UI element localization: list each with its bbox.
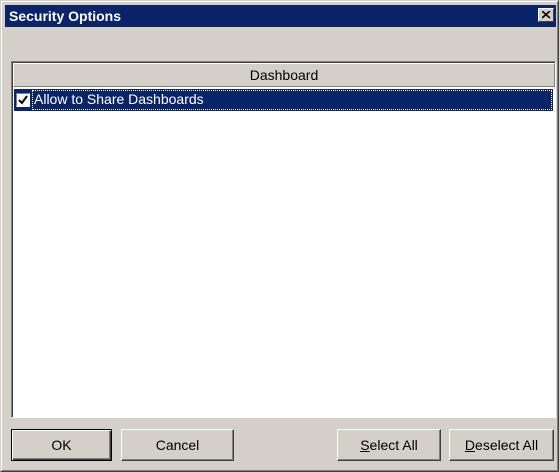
deselect-all-button[interactable]: Deselect All <box>449 429 554 461</box>
security-options-dialog: Security Options Dashboard Allow to Shar… <box>0 0 559 472</box>
column-header-dashboard[interactable]: Dashboard <box>13 63 555 87</box>
select-all-label: elect All <box>369 437 418 453</box>
permissions-list[interactable]: Dashboard Allow to Share Dashboards <box>11 61 556 418</box>
select-all-button[interactable]: Select All <box>337 429 441 461</box>
title-bar[interactable]: Security Options <box>5 5 556 27</box>
close-icon <box>542 11 551 19</box>
deselect-all-mnemonic: D <box>464 437 476 453</box>
list-item[interactable]: Allow to Share Dashboards <box>14 89 553 111</box>
deselect-all-label: eselect All <box>475 437 539 453</box>
select-all-mnemonic: S <box>360 437 370 453</box>
ok-button[interactable]: OK <box>11 429 112 461</box>
list-item-label: Allow to Share Dashboards <box>34 91 204 107</box>
cancel-button[interactable]: Cancel <box>121 429 234 461</box>
checkmark-icon <box>18 95 28 105</box>
close-button[interactable] <box>538 8 554 22</box>
share-dashboards-checkbox[interactable] <box>16 93 30 107</box>
list-body: Dashboard Allow to Share Dashboards <box>12 62 555 417</box>
window-title: Security Options <box>9 8 122 24</box>
